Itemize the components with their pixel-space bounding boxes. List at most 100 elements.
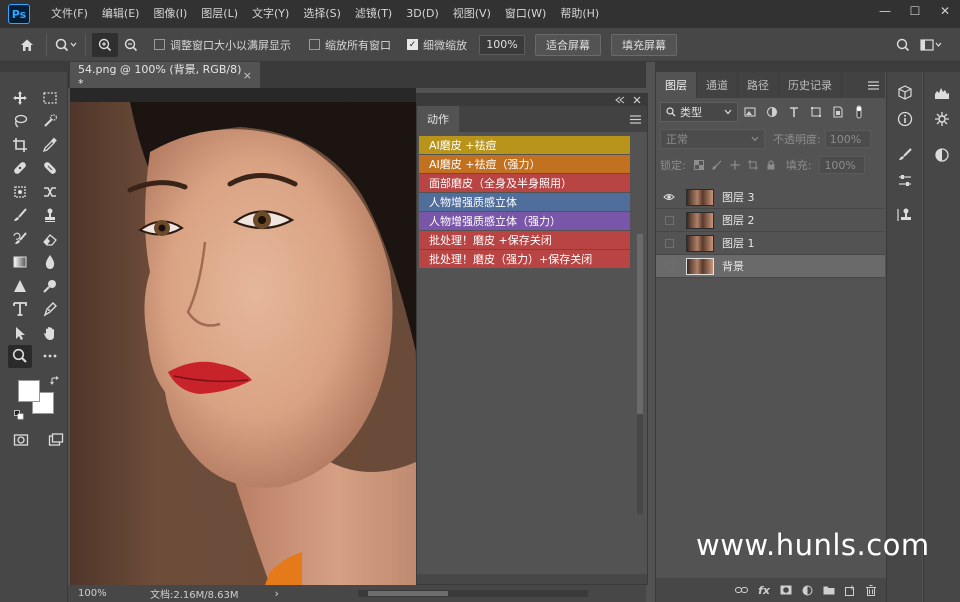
horizontal-scrollbar[interactable] bbox=[358, 590, 588, 597]
maximize-button[interactable]: ☐ bbox=[900, 0, 930, 22]
layer-row[interactable]: 图层 3 bbox=[656, 186, 885, 209]
history-brush-tool-icon[interactable] bbox=[8, 227, 32, 251]
tab-layers[interactable]: 图层 bbox=[656, 72, 697, 98]
workspace-icon[interactable] bbox=[918, 33, 944, 57]
action-item[interactable]: 人物增强质感立体（强力） bbox=[419, 212, 630, 230]
lock-all-icon[interactable] bbox=[766, 160, 776, 170]
quick-mask-icon[interactable] bbox=[10, 428, 32, 452]
filter-toggle-icon[interactable] bbox=[854, 105, 870, 119]
menu-help[interactable]: 帮助(H) bbox=[553, 0, 606, 28]
blend-mode-select[interactable]: 正常 bbox=[660, 129, 765, 149]
layer-name[interactable]: 图层 3 bbox=[722, 189, 755, 205]
fit-screen-button[interactable]: 适合屏幕 bbox=[535, 33, 601, 56]
zoom-value-field[interactable]: 100% bbox=[479, 34, 525, 55]
zoom-tool-icon[interactable] bbox=[8, 344, 32, 368]
visibility-toggle[interactable] bbox=[656, 261, 682, 271]
layer-name[interactable]: 图层 1 bbox=[722, 235, 755, 251]
actions-scrollbar-thumb[interactable] bbox=[637, 234, 643, 414]
status-zoom[interactable]: 100% bbox=[68, 588, 107, 599]
layer-row[interactable]: 图层 1 bbox=[656, 232, 885, 255]
foreground-color-swatch[interactable] bbox=[18, 380, 40, 402]
fill-field[interactable]: 100% bbox=[819, 156, 866, 174]
scrubby-zoom-option[interactable]: ✓ 细微缩放 bbox=[407, 37, 467, 53]
eyedropper-tool-icon[interactable] bbox=[38, 133, 62, 157]
document-tab-close-icon[interactable]: × bbox=[243, 69, 252, 82]
more-tools-icon[interactable] bbox=[38, 345, 62, 369]
tab-actions[interactable]: 动作 bbox=[417, 106, 459, 132]
zoom-tool-preset-icon[interactable] bbox=[53, 33, 79, 57]
brush-tool-icon[interactable] bbox=[8, 204, 32, 228]
smart-object-filter-icon[interactable] bbox=[832, 106, 848, 118]
info-icon[interactable] bbox=[887, 106, 923, 132]
layer-name[interactable]: 图层 2 bbox=[722, 212, 755, 228]
zoom-all-option[interactable]: 缩放所有窗口 bbox=[309, 37, 391, 53]
layer-filter-select[interactable]: 类型 bbox=[660, 102, 738, 122]
link-icon[interactable] bbox=[735, 586, 749, 594]
close-panel-icon[interactable] bbox=[633, 96, 641, 104]
patch-tool-icon[interactable] bbox=[8, 180, 32, 204]
path-selection-tool-icon[interactable] bbox=[8, 321, 32, 345]
action-item[interactable]: AI磨皮 +祛痘（强力） bbox=[419, 155, 630, 173]
action-item[interactable]: 人物增强质感立体 bbox=[419, 193, 630, 211]
fill-screen-button[interactable]: 填充屏幕 bbox=[611, 33, 677, 56]
menu-3d[interactable]: 3D(D) bbox=[399, 0, 446, 28]
zoom-in-icon[interactable] bbox=[92, 32, 118, 57]
resize-windows-checkbox[interactable] bbox=[154, 39, 165, 50]
zoom-all-checkbox[interactable] bbox=[309, 39, 320, 50]
crop-tool-icon[interactable] bbox=[8, 133, 32, 157]
horizontal-scrollbar-thumb[interactable] bbox=[368, 591, 448, 596]
menu-filter[interactable]: 滤镜(T) bbox=[348, 0, 399, 28]
menu-select[interactable]: 选择(S) bbox=[296, 0, 348, 28]
panel-menu-icon[interactable] bbox=[630, 106, 647, 132]
eraser-tool-icon[interactable] bbox=[38, 227, 62, 251]
actions-scrollbar[interactable] bbox=[637, 234, 643, 514]
adjustments-sliders-icon[interactable] bbox=[887, 168, 923, 194]
fx-icon[interactable]: fx bbox=[758, 584, 770, 597]
pixel-filter-icon[interactable] bbox=[744, 106, 760, 118]
zoom-out-icon[interactable] bbox=[118, 33, 144, 57]
tab-channels[interactable]: 通道 bbox=[697, 72, 738, 98]
pen-tool-icon[interactable] bbox=[38, 298, 62, 322]
status-info-arrow[interactable]: › bbox=[275, 587, 279, 600]
navigator-icon[interactable] bbox=[924, 106, 960, 132]
document-tab[interactable]: 54.png @ 100% (背景, RGB/8) * × bbox=[70, 62, 260, 90]
lock-position-icon[interactable] bbox=[730, 160, 740, 170]
scrubby-zoom-checkbox[interactable]: ✓ bbox=[407, 39, 418, 50]
spot-healing-tool-icon[interactable] bbox=[8, 157, 32, 181]
layer-name[interactable]: 背景 bbox=[722, 258, 744, 274]
opacity-field[interactable]: 100% bbox=[824, 130, 871, 148]
action-item[interactable]: AI磨皮 +祛痘 bbox=[419, 136, 630, 154]
type-tool-icon[interactable] bbox=[8, 298, 32, 322]
close-button[interactable]: ✕ bbox=[930, 0, 960, 22]
adjustments-icon[interactable] bbox=[924, 142, 960, 168]
adjustment-filter-icon[interactable] bbox=[766, 106, 782, 118]
menu-layer[interactable]: 图层(L) bbox=[194, 0, 245, 28]
resize-windows-option[interactable]: 调整窗口大小以满屏显示 bbox=[154, 37, 291, 53]
lock-artboard-icon[interactable] bbox=[747, 160, 758, 170]
histogram-icon[interactable] bbox=[924, 80, 960, 106]
action-item[interactable]: 批处理！磨皮（强力）+保存关闭 bbox=[419, 250, 630, 268]
menu-window[interactable]: 窗口(W) bbox=[498, 0, 553, 28]
eye-icon[interactable] bbox=[656, 193, 682, 201]
lasso-tool-icon[interactable] bbox=[8, 110, 32, 134]
menu-image[interactable]: 图像(I) bbox=[146, 0, 194, 28]
visibility-toggle[interactable] bbox=[656, 238, 682, 248]
screen-mode-icon[interactable] bbox=[46, 428, 68, 452]
adjustment-icon[interactable] bbox=[802, 585, 813, 596]
lock-transparency-icon[interactable] bbox=[693, 160, 704, 170]
action-item[interactable]: 面部磨皮（全身及半身照用） bbox=[419, 174, 630, 192]
menu-file[interactable]: 文件(F) bbox=[44, 0, 95, 28]
move-tool-icon[interactable] bbox=[8, 86, 32, 110]
layers-panel-menu-icon[interactable] bbox=[868, 72, 885, 98]
tab-paths[interactable]: 路径 bbox=[738, 72, 779, 98]
menu-edit[interactable]: 编辑(E) bbox=[95, 0, 147, 28]
healing-brush-tool-icon[interactable] bbox=[38, 157, 62, 181]
menu-view[interactable]: 视图(V) bbox=[446, 0, 498, 28]
brush-settings-icon[interactable] bbox=[887, 142, 923, 168]
lock-pixels-icon[interactable] bbox=[712, 160, 722, 170]
trash-icon[interactable] bbox=[866, 584, 876, 596]
type-filter-icon[interactable] bbox=[788, 106, 804, 118]
menu-type[interactable]: 文字(Y) bbox=[245, 0, 296, 28]
panel-collapse-strip[interactable] bbox=[655, 62, 960, 72]
marquee-tool-icon[interactable] bbox=[38, 86, 62, 110]
